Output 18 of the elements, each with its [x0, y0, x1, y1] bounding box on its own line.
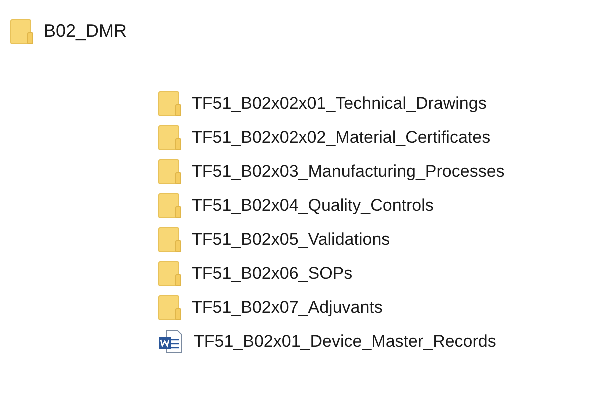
file-name[interactable]: TF51_B02x03_Manufacturing_Processes [192, 159, 505, 185]
folder-icon [158, 295, 182, 321]
folder-icon [158, 227, 182, 253]
file-name[interactable]: TF51_B02x02x01_Technical_Drawings [192, 91, 487, 117]
folder-icon [158, 159, 182, 185]
file-name[interactable]: TF51_B02x05_Validations [192, 227, 390, 253]
folder-icon [158, 193, 182, 219]
file-name[interactable]: TF51_B02x01_Device_Master_Records [194, 329, 496, 355]
folder-icon [158, 261, 182, 287]
file-name[interactable]: TF51_B02x06_SOPs [192, 261, 353, 287]
folder-icon [10, 18, 34, 44]
folder-icon [158, 91, 182, 117]
file-name[interactable]: TF51_B02x04_Quality_Controls [192, 193, 434, 219]
folder-icon [158, 125, 182, 151]
file-name[interactable]: TF51_B02x07_Adjuvants [192, 295, 383, 321]
file-name[interactable]: TF51_B02x02x02_Material_Certificates [192, 125, 491, 151]
word-document-icon [158, 329, 184, 355]
folder-name[interactable]: B02_DMR [44, 18, 128, 45]
